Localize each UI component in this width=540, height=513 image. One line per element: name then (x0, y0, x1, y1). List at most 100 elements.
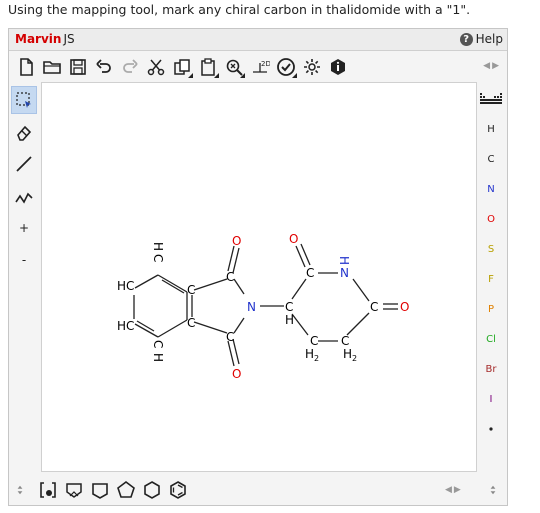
atom-ch2-b-subscript: 2 (352, 354, 357, 363)
element-label-p: P (487, 303, 495, 315)
element-button-c[interactable]: C (477, 144, 505, 174)
atom-ch-top-hydrogen[interactable]: H (151, 242, 165, 251)
bottom-toolbar-scroll[interactable]: ◀▶ (445, 485, 463, 495)
help-label: Help (475, 32, 503, 46)
about-button[interactable] (325, 54, 351, 80)
positive-charge-button[interactable]: + (11, 214, 37, 242)
single-bond-button[interactable] (11, 150, 37, 178)
drawing-canvas[interactable]: HC HC C H C H C C C C O O N C H C O N H (41, 82, 477, 472)
new-document-button[interactable] (13, 54, 39, 80)
marvin-editor: Marvin JS ? Help 2D ◀▶ + - HC HC C H C H… (8, 28, 508, 506)
atom-piperidine-nitrogen[interactable]: N (340, 266, 349, 280)
element-button-o[interactable]: O (477, 204, 505, 234)
more-elements-dot[interactable] (477, 414, 505, 444)
element-label-s: S (487, 243, 495, 255)
element-list: H C N O S F P Cl Br I (477, 114, 507, 414)
atom-piperidine-carbonyl-carbon[interactable]: C (306, 266, 314, 280)
benzene-button[interactable] (165, 477, 191, 503)
negative-charge-button[interactable]: - (11, 246, 37, 274)
cyclobutane-button[interactable] (87, 477, 113, 503)
element-button-s[interactable]: S (477, 234, 505, 264)
cyclobutane-icon (92, 483, 108, 499)
bottom-scroll-button[interactable] (9, 477, 31, 503)
atom-ch-top-carbon[interactable]: C (151, 254, 165, 262)
bracket-tool-button[interactable] (35, 477, 61, 503)
atom-ch-bottom-carbon[interactable]: C (151, 340, 165, 348)
element-button-i[interactable]: I (477, 384, 505, 414)
paste-button[interactable] (195, 54, 221, 80)
eraser-tool-button[interactable] (11, 118, 37, 146)
folder-icon (43, 61, 61, 74)
info-icon (331, 59, 345, 75)
cyclohexane-button[interactable] (139, 477, 165, 503)
floppy-disk-icon (70, 59, 86, 75)
atom-ch2-a-hydrogen[interactable]: H (305, 347, 314, 361)
atom-oxygen-bottom-left[interactable]: O (232, 367, 241, 381)
atom-piperidine-nh-hydrogen[interactable]: H (337, 256, 351, 265)
bottom-toolbar: ◀▶ (9, 474, 507, 506)
atom-oxygen-top-left[interactable]: O (232, 234, 241, 248)
atom-piperidine-carbonyl-carbon-2[interactable]: C (370, 300, 378, 314)
element-button-p[interactable]: P (477, 294, 505, 324)
atom-alpha-hydrogen[interactable]: H (285, 313, 294, 327)
atom-ring-junction-bottom[interactable]: C (187, 316, 195, 330)
element-button-br[interactable]: Br (477, 354, 505, 384)
element-label-br: Br (485, 363, 497, 375)
atom-alpha-carbon[interactable]: C (285, 300, 293, 314)
selection-tool-button[interactable] (11, 86, 37, 114)
atom-ch2-a-subscript: 2 (314, 354, 319, 363)
top-toolbar-scroll[interactable]: ◀▶ (483, 61, 501, 71)
copy-menu-indicator (188, 73, 193, 78)
bottom-scroll-left-icon: ◀ (445, 485, 454, 495)
brand-logo: Marvin JS (15, 32, 75, 46)
element-button-f[interactable]: F (477, 264, 505, 294)
atom-ring-junction-top[interactable]: C (187, 283, 195, 297)
element-button-h[interactable]: H (477, 114, 505, 144)
up-down-arrows-right-icon (490, 485, 496, 495)
clean-2d-button[interactable]: 2D (247, 54, 273, 80)
element-label-f: F (488, 273, 494, 285)
brand-suffix: JS (63, 32, 75, 46)
atom-carbonyl-carbon-top[interactable]: C (226, 270, 234, 284)
negative-charge-label: - (21, 253, 27, 267)
element-label-h: H (487, 123, 495, 135)
atom-piperidine-oxygen-right[interactable]: O (400, 300, 409, 314)
periodic-table-icon (480, 93, 502, 104)
scroll-left-icon: ◀ (483, 61, 493, 71)
atom-carbonyl-carbon-bottom[interactable]: C (226, 330, 234, 344)
atom-imide-nitrogen[interactable]: N (247, 300, 256, 314)
up-down-arrows-icon (17, 485, 23, 495)
atom-ch2-b-carbon[interactable]: C (341, 334, 349, 348)
element-button-n[interactable]: N (477, 174, 505, 204)
positive-charge-label: + (18, 221, 30, 235)
atom-ch2-b-hydrogen[interactable]: H (343, 347, 352, 361)
template-tool-button[interactable] (61, 477, 87, 503)
open-button[interactable] (39, 54, 65, 80)
atom-hc-top[interactable]: HC (117, 279, 134, 293)
save-button[interactable] (65, 54, 91, 80)
help-button[interactable]: ? Help (459, 32, 503, 46)
element-label-o: O (487, 213, 495, 225)
periodic-table-button[interactable] (477, 84, 505, 114)
bottom-right-scroll-button[interactable] (483, 477, 503, 503)
chain-tool-button[interactable] (11, 182, 37, 210)
zoom-button[interactable] (221, 54, 247, 80)
clean-2d-label: 2D (261, 60, 270, 68)
check-structure-button[interactable] (273, 54, 299, 80)
rectangle-select-icon (16, 92, 31, 108)
atom-piperidine-oxygen-top[interactable]: O (289, 232, 298, 246)
cyclopentane-button[interactable] (113, 477, 139, 503)
element-button-cl[interactable]: Cl (477, 324, 505, 354)
cut-button[interactable] (143, 54, 169, 80)
redo-button[interactable] (117, 54, 143, 80)
settings-button[interactable] (299, 54, 325, 80)
undo-button[interactable] (91, 54, 117, 80)
copy-button[interactable] (169, 54, 195, 80)
bond-lines (133, 243, 398, 367)
top-toolbar: 2D ◀▶ (9, 52, 507, 82)
benzene-icon (170, 481, 186, 499)
element-label-c: C (487, 153, 495, 165)
atom-hc-bottom[interactable]: HC (117, 319, 134, 333)
atom-ch-bottom-hydrogen[interactable]: H (151, 353, 165, 362)
atom-ch2-a-carbon[interactable]: C (310, 334, 318, 348)
